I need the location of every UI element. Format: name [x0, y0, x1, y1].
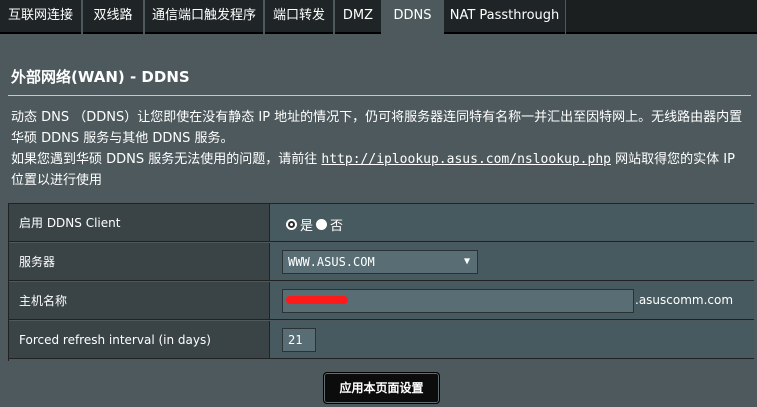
server-selected-value: WWW.ASUS.COM — [288, 255, 375, 269]
hostname-row: 主机名称 .asuscomm.com — [9, 282, 754, 321]
hostname-label: 主机名称 — [9, 282, 270, 320]
enable-no-label[interactable]: 否 — [330, 215, 343, 234]
page-title: 外部网络(WAN) - DDNS — [11, 68, 190, 86]
page-description: 动态 DNS （DDNS）让您即使在没有静态 IP 地址的情况下，仍可将服务器连… — [11, 107, 751, 191]
server-select[interactable]: WWW.ASUS.COM ▼ — [282, 250, 478, 274]
tab-nat-passthrough[interactable]: NAT Passthrough — [444, 0, 565, 34]
tab-port-trigger[interactable]: 通信端口触发程序 — [145, 0, 263, 34]
refresh-interval-cell: 21 — [270, 321, 754, 359]
enable-no-radio-icon[interactable] — [316, 219, 328, 230]
redaction-mark — [286, 296, 348, 304]
refresh-interval-row: Forced refresh interval (in days) 21 — [9, 321, 754, 360]
chevron-down-icon: ▼ — [463, 256, 470, 267]
description-line-2: 如果您遇到华硕 DDNS 服务无法使用的问题，请前往 http://iplook… — [11, 149, 751, 191]
refresh-interval-input[interactable]: 21 — [282, 328, 316, 352]
tab-internet-connection[interactable]: 互联网连接 — [0, 0, 81, 34]
tab-dmz[interactable]: DMZ — [335, 0, 381, 34]
tab-bar: 互联网连接 双线路 通信端口触发程序 端口转发 DMZ DDNS NAT Pas… — [0, 0, 757, 36]
server-row: 服务器 WWW.ASUS.COM ▼ — [9, 243, 754, 282]
enable-yes-radio-icon[interactable] — [286, 219, 297, 230]
title-divider — [8, 95, 751, 96]
description-prefix: 如果您遇到华硕 DDNS 服务无法使用的问题，请前往 — [11, 152, 322, 167]
hostname-cell: .asuscomm.com — [270, 282, 754, 320]
tab-port-forwarding[interactable]: 端口转发 — [265, 0, 333, 34]
tab-dual-wan[interactable]: 双线路 — [83, 0, 143, 34]
server-cell: WWW.ASUS.COM ▼ — [270, 243, 754, 281]
enable-ddns-row: 启用 DDNS Client 是 否 — [9, 204, 754, 243]
tab-ddns[interactable]: DDNS — [383, 0, 442, 36]
apply-button[interactable]: 应用本页面设置 — [323, 372, 440, 404]
tab-bar-filler — [566, 0, 757, 34]
hostname-input[interactable] — [282, 289, 634, 313]
enable-ddns-cell: 是 否 — [270, 204, 754, 242]
hostname-suffix: .asuscomm.com — [635, 293, 734, 307]
ddns-settings-table: 启用 DDNS Client 是 否 服务器 WWW.ASUS.COM ▼ 主机… — [8, 203, 754, 361]
nslookup-link[interactable]: http://iplookup.asus.com/nslookup.php — [321, 152, 611, 167]
enable-ddns-radio-group: 是 否 — [286, 215, 346, 234]
server-label: 服务器 — [9, 243, 270, 281]
enable-yes-label[interactable]: 是 — [300, 215, 313, 234]
description-line-1: 动态 DNS （DDNS）让您即使在没有静态 IP 地址的情况下，仍可将服务器连… — [11, 110, 743, 146]
enable-ddns-label: 启用 DDNS Client — [9, 204, 270, 242]
refresh-interval-label: Forced refresh interval (in days) — [9, 321, 270, 359]
